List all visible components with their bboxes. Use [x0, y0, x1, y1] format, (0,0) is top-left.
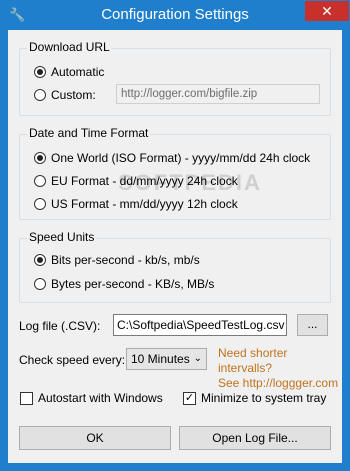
- radio-label: Automatic: [51, 65, 105, 79]
- ok-button[interactable]: OK: [19, 426, 171, 450]
- title-bar[interactable]: 🔧 Configuration Settings ✕: [0, 0, 350, 30]
- link-line-2: See http://loggger.com: [218, 376, 339, 390]
- link-line-1: Need shorter intervalls?: [218, 346, 288, 375]
- autostart-checkbox-row[interactable]: Autostart with Windows: [20, 390, 163, 406]
- config-window: 🔧 Configuration Settings ✕ SOFTPEDIA Dow…: [0, 0, 350, 471]
- radio-us-format[interactable]: US Format - mm/dd/yyyy 12h clock: [34, 196, 238, 212]
- radio-bytes[interactable]: Bytes per-second - KB/s, MB/s: [34, 276, 214, 292]
- speed-units-group: Speed Units Bits per-second - kb/s, mb/s…: [19, 230, 331, 303]
- radio-custom[interactable]: Custom:: [34, 87, 96, 103]
- radio-iso-format[interactable]: One World (ISO Format) - yyyy/mm/dd 24h …: [34, 150, 310, 166]
- download-url-title: Download URL: [27, 40, 112, 54]
- radio-eu-format[interactable]: EU Format - dd/mm/yyyy 24h clock: [34, 173, 238, 189]
- radio-button[interactable]: [34, 89, 46, 101]
- autostart-label: Autostart with Windows: [38, 391, 163, 405]
- radio-label: One World (ISO Format) - yyyy/mm/dd 24h …: [51, 151, 311, 165]
- check-speed-label: Check speed every:: [19, 353, 126, 367]
- radio-label: Bits per-second - kb/s, mb/s: [51, 253, 200, 267]
- radio-label: Custom:: [51, 88, 96, 102]
- radio-button[interactable]: [34, 175, 46, 187]
- radio-button[interactable]: [34, 66, 46, 78]
- radio-label: Bytes per-second - KB/s, MB/s: [51, 277, 215, 291]
- minimize-checkbox-row[interactable]: ✓ Minimize to system tray: [183, 390, 326, 406]
- chevron-down-icon: ⌄: [193, 353, 202, 364]
- radio-automatic[interactable]: Automatic: [34, 64, 104, 80]
- open-log-file-button[interactable]: Open Log File...: [179, 426, 331, 450]
- download-url-group: Download URL Automatic Custom:: [19, 40, 331, 116]
- minimize-checkbox[interactable]: ✓: [183, 391, 196, 405]
- radio-label: US Format - mm/dd/yyyy 12h clock: [51, 197, 238, 211]
- client-area: SOFTPEDIA Download URL Automatic Custom:…: [8, 30, 342, 463]
- window-title: Configuration Settings: [101, 6, 249, 23]
- radio-bits[interactable]: Bits per-second - kb/s, mb/s: [34, 252, 200, 268]
- speed-units-title: Speed Units: [27, 230, 97, 244]
- radio-button[interactable]: [34, 278, 46, 290]
- radio-button[interactable]: [34, 152, 46, 164]
- browse-button[interactable]: ...: [297, 314, 328, 336]
- interval-value: 10 Minutes: [131, 352, 190, 366]
- radio-button[interactable]: [34, 198, 46, 210]
- interval-select[interactable]: 10 Minutes ⌄: [126, 348, 207, 370]
- custom-url-field[interactable]: http://logger.com/bigfile.zip: [116, 84, 320, 104]
- close-button[interactable]: ✕: [305, 1, 349, 21]
- log-file-input[interactable]: C:\Softpedia\SpeedTestLog.csv: [113, 314, 287, 336]
- shorter-intervals-link[interactable]: Need shorter intervalls? See http://logg…: [218, 346, 342, 391]
- log-file-label: Log file (.CSV):: [19, 319, 101, 333]
- radio-label: EU Format - dd/mm/yyyy 24h clock: [51, 174, 238, 188]
- date-format-title: Date and Time Format: [27, 126, 151, 140]
- autostart-checkbox[interactable]: [20, 391, 33, 405]
- minimize-label: Minimize to system tray: [201, 391, 327, 405]
- date-format-group: Date and Time Format One World (ISO Form…: [19, 126, 331, 220]
- radio-button[interactable]: [34, 254, 46, 266]
